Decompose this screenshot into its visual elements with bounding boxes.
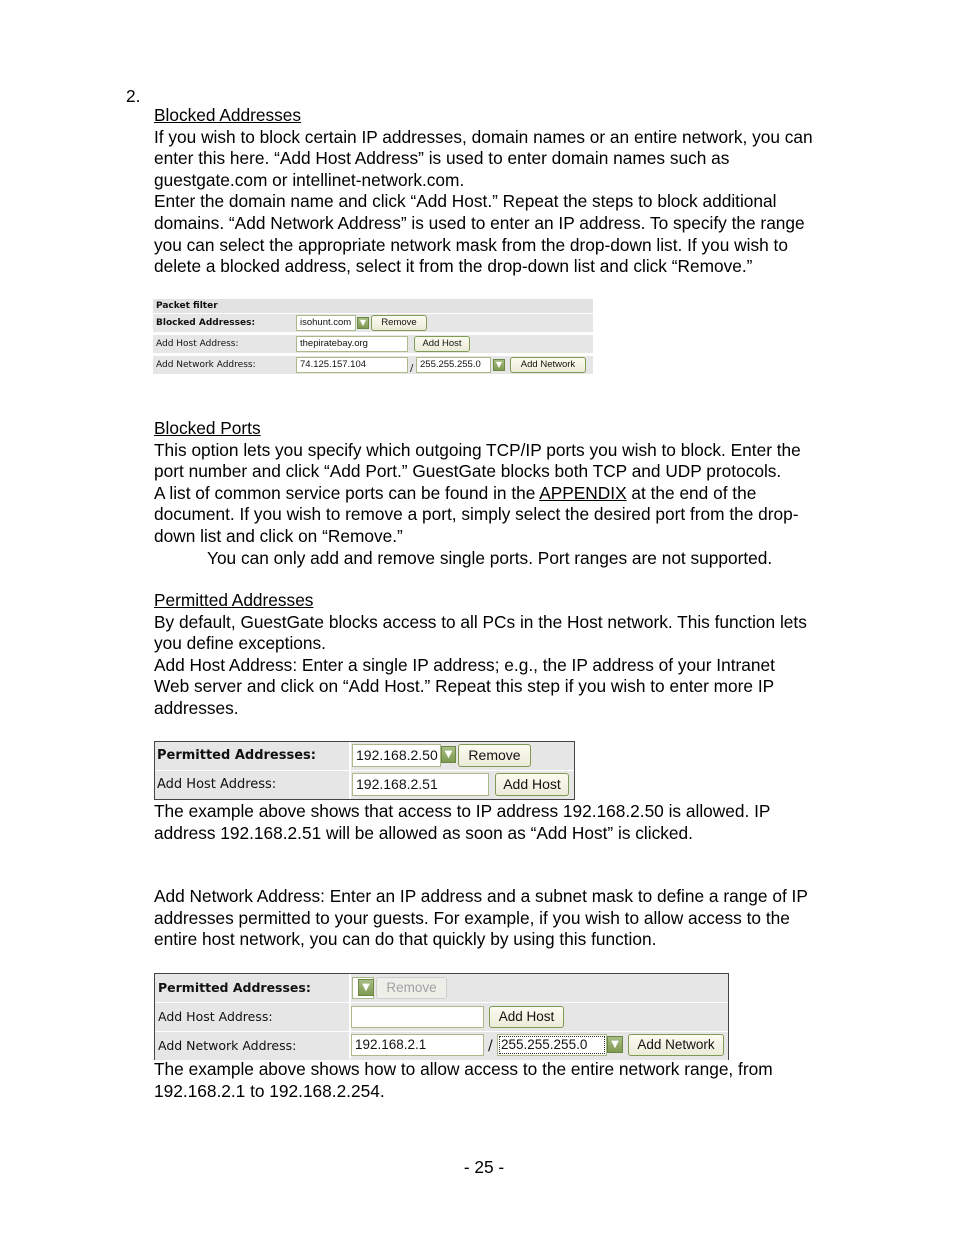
text-line: entire host network, you can do that qui…: [154, 929, 657, 950]
text-line: The example above shows how to allow acc…: [154, 1059, 773, 1079]
permitted-addresses-heading: Permitted Addresses: [154, 590, 314, 610]
remove-button[interactable]: Remove: [376, 977, 447, 999]
text-line: guestgate.com or intellinet-network.com.: [154, 169, 465, 190]
text-line: A list of common service ports can be fo…: [154, 483, 874, 505]
list-number: 2.: [126, 86, 141, 106]
blocked-addresses-section: Blocked Addresses If you wish to block c…: [154, 105, 874, 278]
chevron-down-icon[interactable]: ▼: [493, 359, 505, 371]
blocked-ports-heading: Blocked Ports: [154, 418, 261, 438]
chevron-down-icon[interactable]: ▼: [357, 317, 369, 329]
add-network-input[interactable]: 192.168.2.1: [351, 1034, 484, 1056]
text-line: addresses.: [154, 697, 239, 718]
blocked-addresses-select[interactable]: isohunt.com: [296, 315, 356, 331]
permitted-addresses-select[interactable]: 192.168.2.50: [352, 744, 441, 767]
add-host-button[interactable]: Add Host: [495, 773, 569, 796]
permitted-addresses-section: Permitted Addresses By default, GuestGat…: [154, 590, 874, 720]
add-host-input[interactable]: 192.168.2.51: [352, 773, 489, 796]
add-host-input[interactable]: thepiratebay.org: [296, 336, 408, 352]
text-line: address 192.168.2.51 will be allowed as …: [154, 822, 693, 843]
slash-separator: /: [488, 1038, 493, 1054]
text-line: 192.168.2.1 to 192.168.2.254.: [154, 1080, 385, 1101]
add-network-button[interactable]: Add Network: [510, 357, 586, 373]
add-host-label: Add Host Address:: [158, 1009, 273, 1024]
note-line: You can only add and remove single ports…: [207, 547, 773, 568]
remove-button[interactable]: Remove: [371, 315, 427, 331]
text-line: enter this here. “Add Host Address” is u…: [154, 148, 730, 169]
permitted-addresses-panel-host: Permitted Addresses: 192.168.2.50 ▼ Remo…: [154, 741, 575, 800]
text-line: you can select the appropriate network m…: [154, 234, 788, 255]
appendix-prefix: A list of common service ports can be fo…: [154, 482, 540, 503]
add-host-label: Add Host Address:: [156, 339, 239, 349]
text-line: document. If you wish to remove a port, …: [154, 504, 799, 525]
text-line: you define exceptions.: [154, 633, 326, 654]
add-host-button[interactable]: Add Host: [414, 336, 470, 352]
chevron-down-icon[interactable]: ▼: [607, 1036, 623, 1053]
caption-1: The example above shows that access to I…: [154, 801, 874, 844]
chevron-down-icon[interactable]: ▼: [358, 979, 374, 996]
text-line: By default, GuestGate blocks access to a…: [154, 611, 807, 632]
permitted-addresses-label: Permitted Addresses:: [157, 748, 316, 763]
add-host-button[interactable]: Add Host: [489, 1006, 564, 1028]
add-network-description: Add Network Address: Enter an IP address…: [154, 886, 874, 951]
network-mask-select[interactable]: 255.255.255.0: [416, 357, 491, 373]
add-network-button[interactable]: Add Network: [628, 1034, 724, 1056]
add-host-label: Add Host Address:: [157, 777, 277, 792]
network-mask-select[interactable]: 255.255.255.0: [497, 1034, 607, 1056]
slash-separator: /: [410, 363, 414, 374]
text-line: Add Host Address: Enter a single IP addr…: [154, 654, 775, 675]
appendix-link[interactable]: APPENDIX: [539, 483, 626, 503]
permitted-addresses-label: Permitted Addresses:: [158, 980, 311, 995]
packet-filter-panel: Packet filter Blocked Addresses: isohunt…: [153, 299, 593, 376]
text-line: Add Network Address: Enter an IP address…: [154, 886, 808, 906]
add-network-label: Add Network Address:: [156, 360, 256, 370]
blocked-addresses-label: Blocked Addresses:: [156, 318, 256, 328]
remove-button[interactable]: Remove: [458, 744, 531, 767]
text-line: The example above shows that access to I…: [154, 801, 771, 821]
permitted-addresses-panel-network: Permitted Addresses: ▼ Remove Add Host A…: [154, 973, 729, 1060]
caption-2: The example above shows how to allow acc…: [154, 1059, 874, 1102]
blocked-ports-section: Blocked Ports This option lets you speci…: [154, 418, 874, 569]
add-host-input[interactable]: [351, 1006, 484, 1028]
text-line: down list and click on “Remove.”: [154, 525, 403, 546]
page-number: - 25 -: [463, 1157, 505, 1177]
blocked-addresses-heading: Blocked Addresses: [154, 105, 301, 125]
appendix-suffix: at the end of the: [626, 482, 757, 503]
packet-filter-title: Packet filter: [156, 301, 218, 311]
text-line: If you wish to block certain IP addresse…: [154, 126, 813, 147]
add-network-label: Add Network Address:: [158, 1038, 297, 1053]
text-line: domains. “Add Network Address” is used t…: [154, 212, 805, 233]
text-line: port number and click “Add Port.” GuestG…: [154, 461, 782, 482]
chevron-down-icon[interactable]: ▼: [441, 746, 456, 763]
text-line: Enter the domain name and click “Add Hos…: [154, 191, 777, 212]
text-line: Web server and click on “Add Host.” Repe…: [154, 676, 775, 697]
add-network-input[interactable]: 74.125.157.104: [296, 357, 408, 373]
text-line: This option lets you specify which outgo…: [154, 439, 801, 460]
text-line: delete a blocked address, select it from…: [154, 256, 753, 277]
text-line: addresses permitted to your guests. For …: [154, 907, 790, 928]
